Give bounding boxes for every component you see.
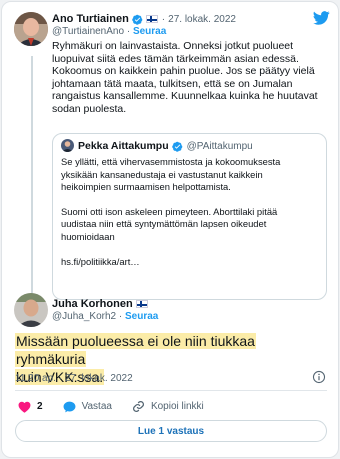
quoted-author-avatar <box>61 139 74 152</box>
reply-author-handle[interactable]: @Juha_Korh2 <box>52 311 116 322</box>
quoted-line: Suomi otti ison askeleen pimeyteen. Abor… <box>61 205 278 217</box>
tweet-embed-card: Ano Turtiainen · 27. lokak. 2022 @Turtia… <box>1 1 339 458</box>
author-header: Ano Turtiainen · 27. lokak. 2022 <box>52 13 236 25</box>
quoted-link[interactable]: hs.fi/politiikka/art… <box>61 256 323 269</box>
tweet-date[interactable]: 27. lokak. 2022 <box>168 14 236 25</box>
quoted-tweet[interactable]: Pekka Aittakumpu @PAittakumpu Se yllätti… <box>52 133 327 300</box>
reply-author-header: Juha Korhonen <box>52 298 148 310</box>
tweet-line: sodan puolesta. <box>52 102 127 115</box>
like-button[interactable]: 2 <box>18 401 43 413</box>
finnish-flag-icon <box>135 300 148 308</box>
tweet-line: Kokoomus on kaikkein pahin puolue. Jos s… <box>52 65 315 78</box>
info-icon[interactable] <box>312 370 326 384</box>
follow-button[interactable]: Seuraa <box>125 311 158 322</box>
link-icon <box>132 401 144 412</box>
quoted-tweet-body: Se yllätti, että vihervasemmistosta ja k… <box>61 156 323 268</box>
reply-label: Vastaa <box>81 401 112 412</box>
reply-author-name[interactable]: Juha Korhonen <box>52 298 133 310</box>
verified-badge-icon <box>171 141 182 152</box>
quoted-line: huomioidaan <box>61 230 115 242</box>
separator-dot: · <box>161 13 166 25</box>
quoted-author-handle: @PAittakumpu <box>186 140 253 152</box>
divider <box>15 390 327 391</box>
reply-line: Missään puolueessa ei ole niin tiukkaa r… <box>15 333 256 367</box>
reply-author-avatar[interactable] <box>14 293 48 327</box>
quoted-line: yksikään kansanedustaja ei vastustanut k… <box>61 168 263 180</box>
reply-handle-line: @Juha_Korh2 · Seuraa <box>52 311 158 322</box>
finnish-flag-icon <box>145 15 158 23</box>
reply-timestamp[interactable]: 11.20 ap. · 27. lokak. 2022 <box>15 373 133 384</box>
tweet-line: johtamaan tätä maata, tulkitsen, että se… <box>52 77 293 90</box>
twitter-bird-icon[interactable] <box>313 11 330 25</box>
separator-dot: · <box>118 311 123 322</box>
reply-button[interactable]: Vastaa <box>63 401 112 413</box>
quoted-author-header: Pekka Aittakumpu @PAittakumpu <box>78 140 253 152</box>
quoted-author-name: Pekka Aittakumpu <box>78 140 169 152</box>
quoted-line: uudistaa niin että syntymättömän lapsen … <box>61 218 267 230</box>
author-avatar[interactable] <box>14 12 48 46</box>
author-name[interactable]: Ano Turtiainen <box>52 13 129 25</box>
copy-link-label: Kopioi linkki <box>150 401 204 412</box>
reply-bubble-icon <box>63 401 76 412</box>
copy-link-button[interactable]: Kopioi linkki <box>132 400 204 413</box>
author-handle[interactable]: @TurtiainenAno <box>52 26 124 37</box>
read-replies-button[interactable]: Lue 1 vastaus <box>15 420 327 442</box>
verified-badge-icon <box>132 14 143 25</box>
follow-button[interactable]: Seuraa <box>133 26 166 37</box>
tweet-line: Ryhmäkuri on lainvastaista. Onneksi jotk… <box>52 40 294 52</box>
thread-connector <box>31 56 33 306</box>
tweet-line: luopuivat siitä edes tämän tärkeimmän as… <box>52 52 299 65</box>
separator-dot: · <box>126 26 131 37</box>
heart-icon <box>18 401 31 413</box>
tweet-body: Ryhmäkuri on lainvastaista. Onneksi jotk… <box>52 40 332 116</box>
action-bar: 2 Vastaa Kopioi linkki <box>18 400 224 413</box>
author-handle-line: @TurtiainenAno · Seuraa <box>52 26 166 37</box>
like-count: 2 <box>37 401 43 412</box>
quoted-line: heikoimpien surmaamisen helpottamista. <box>61 181 231 193</box>
tweet-line: rangaistus kansallemme. Kuunnelkaa kuink… <box>52 90 318 103</box>
quoted-line: Se yllätti, että vihervasemmistosta ja k… <box>61 156 281 167</box>
